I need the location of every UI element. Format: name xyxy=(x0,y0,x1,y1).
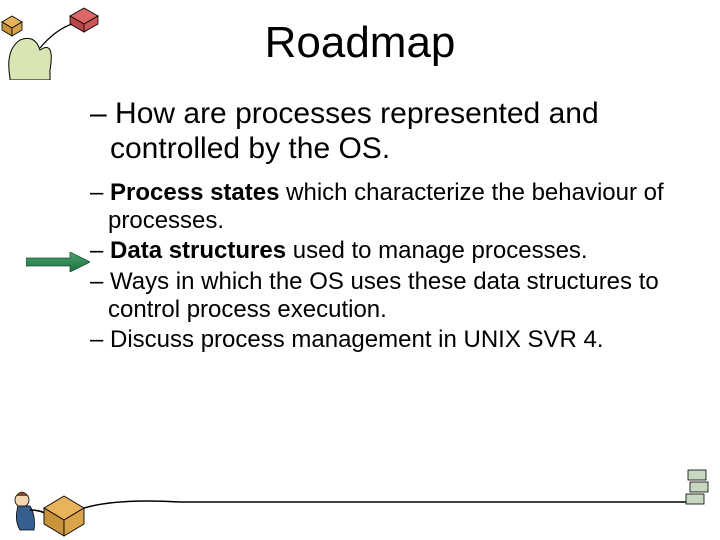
bullet-list: – How are processes represented and cont… xyxy=(90,96,680,357)
bullet-dash: – xyxy=(90,326,110,353)
bullet-item: – Data structures used to manage process… xyxy=(90,237,680,265)
bullet-bold: Data structures xyxy=(110,237,286,264)
bullet-dash: – xyxy=(90,179,110,206)
bullet-item: – How are processes represented and cont… xyxy=(90,96,680,167)
bullet-text: How are processes represented and contro… xyxy=(110,97,599,165)
bullet-bold: Process states xyxy=(110,179,279,206)
corner-decoration-bottom-icon xyxy=(0,450,720,540)
bullet-item: – Ways in which the OS uses these data s… xyxy=(90,268,680,325)
bullet-item: – Discuss process management in UNIX SVR… xyxy=(90,326,680,354)
bullet-text: Ways in which the OS uses these data str… xyxy=(108,268,659,323)
slide: Roadmap – How are processes represented … xyxy=(0,0,720,540)
slide-title: Roadmap xyxy=(0,18,720,68)
bullet-dash: – xyxy=(90,237,110,264)
bullet-text: used to manage processes. xyxy=(286,237,588,264)
bullet-item: – Process states which characterize the … xyxy=(90,179,680,236)
bullet-dash: – xyxy=(90,268,110,295)
pointer-arrow-icon xyxy=(26,252,90,272)
bullet-text: Discuss process management in UNIX SVR 4… xyxy=(110,326,604,353)
bullet-dash: – xyxy=(90,97,115,130)
